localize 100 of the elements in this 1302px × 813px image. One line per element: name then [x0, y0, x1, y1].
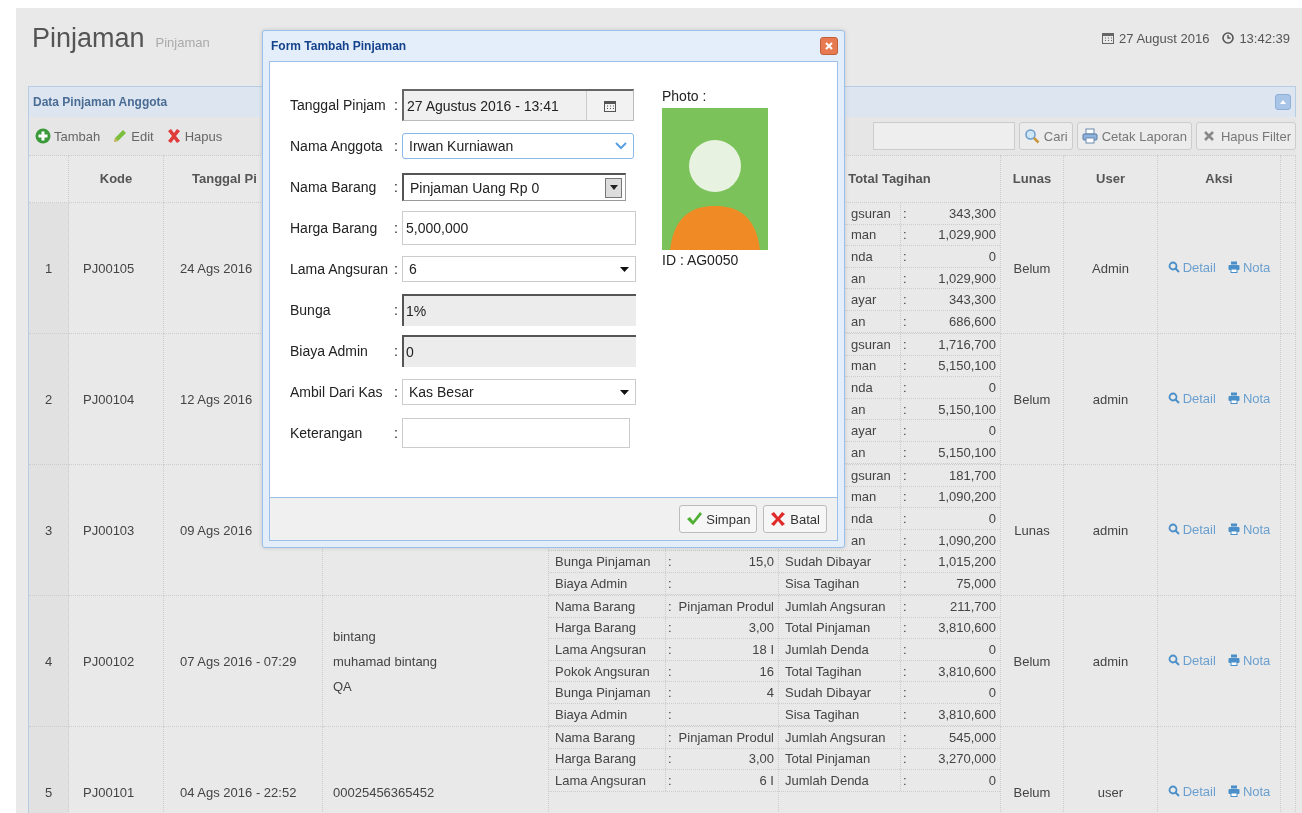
separator: : [668, 751, 672, 767]
action-link[interactable]: Detail [1167, 652, 1216, 668]
separator: : [394, 220, 399, 236]
detail-label: man [851, 358, 877, 374]
column-header: Aksi [1205, 170, 1233, 186]
toolbar-button[interactable]: Hapus Filter [1195, 122, 1296, 150]
detail-value: 3,00 [748, 620, 774, 636]
detail-label: Jumlah Denda [785, 642, 869, 657]
action-link[interactable]: Nota [1227, 390, 1271, 406]
separator: : [668, 663, 672, 679]
save-button[interactable]: Simpan [679, 505, 758, 533]
action-link[interactable]: Nota [1227, 652, 1271, 668]
action-link[interactable]: Detail [1167, 783, 1216, 799]
detail-value: 3,810,600 [938, 620, 996, 636]
member-id: ID : AG0050 [662, 252, 740, 268]
member-combobox[interactable]: Irwan Kurniawan [402, 133, 634, 159]
separator: : [668, 685, 672, 701]
search-field[interactable] [872, 122, 1015, 150]
separator: : [903, 532, 907, 548]
table-cell: Belum [1013, 391, 1051, 407]
separator: : [903, 401, 907, 417]
detail-label: nda [851, 249, 873, 264]
detail-value: 3,00 [748, 751, 774, 767]
column-header: Tanggal Pi [192, 170, 257, 186]
separator: : [903, 642, 907, 657]
table-cell-text: bintang [333, 627, 377, 646]
cross-icon [770, 511, 787, 527]
detail-label: man [851, 489, 877, 505]
action-link[interactable]: Detail [1167, 390, 1216, 406]
table-cell: Lunas [1014, 522, 1050, 538]
page-title: Pinjaman [32, 22, 145, 54]
action-link[interactable]: Nota [1227, 259, 1271, 275]
input-field[interactable]: 5,000,000 [402, 211, 636, 245]
detail-label: nda [851, 380, 873, 395]
column-header: Lunas [1012, 170, 1052, 186]
current-date: 27 August 2016 [1119, 30, 1210, 46]
separator: : [394, 343, 399, 359]
collapse-button[interactable] [1275, 94, 1291, 110]
detail-label: gsuran [851, 205, 891, 221]
select-field[interactable]: Kas Besar [402, 379, 636, 405]
detail-label: Sudah Dibayar [785, 685, 871, 701]
toolbar-button[interactable]: Cetak Laporan [1076, 122, 1192, 150]
detail-value: 16 [759, 663, 774, 679]
separator: : [903, 663, 907, 679]
separator: : [394, 384, 399, 400]
table-cell: PJ00104 [83, 391, 135, 407]
table-cell: 04 Ags 2016 - 22:52 [180, 784, 297, 800]
detail-label: an [851, 270, 866, 286]
detail-value: 0 [988, 773, 996, 788]
action-link[interactable]: Detail [1167, 259, 1216, 275]
separator: : [903, 706, 907, 722]
separator: : [903, 292, 907, 308]
field-label: Harga Barang [290, 220, 379, 236]
toolbar-button[interactable]: Tambah [31, 126, 105, 146]
table-cell: Belum [1013, 260, 1051, 276]
detail-value: Pinjaman Produl [678, 598, 774, 614]
toolbar-button[interactable]: Cari [1018, 122, 1073, 150]
toolbar-button[interactable]: Hapus [161, 126, 227, 146]
plus-icon [35, 128, 51, 144]
close-button[interactable] [820, 37, 838, 55]
detail-value: 5,150,100 [938, 358, 996, 374]
detail-label: Biaya Admin [555, 706, 628, 722]
detail-value: 75,000 [956, 575, 996, 591]
field-label: Nama Anggota [290, 138, 384, 154]
date-field[interactable]: 27 Agustus 2016 - 13:41 [402, 89, 634, 121]
detail-label: Nama Barang [555, 598, 636, 614]
separator: : [903, 358, 907, 374]
action-link[interactable]: Detail [1167, 521, 1216, 537]
calendar-icon [604, 99, 616, 112]
detail-value: 1,090,200 [938, 489, 996, 505]
separator: : [903, 270, 907, 286]
clock-icon [1222, 32, 1235, 44]
separator: : [903, 685, 907, 701]
detail-label: Pokok Angsuran [555, 663, 650, 679]
table-cell-text: QA [333, 677, 353, 696]
printer-icon [1227, 785, 1240, 798]
action-link[interactable]: Nota [1227, 783, 1271, 799]
table-cell: PJ00101 [83, 784, 135, 800]
caret-down-icon [620, 389, 629, 395]
detail-label: Bunga Pinjaman [555, 554, 651, 570]
item-select[interactable]: Pinjaman Uang Rp 0 [402, 173, 626, 201]
detail-value: Pinjaman Produl [678, 729, 774, 745]
close-icon [824, 41, 834, 51]
printer-icon [1227, 654, 1240, 667]
select-field[interactable]: 6 [402, 256, 636, 282]
separator: : [668, 773, 672, 788]
cancel-button[interactable]: Batal [763, 505, 827, 533]
detail-label: ayar [851, 423, 877, 439]
separator: : [903, 467, 907, 483]
caret-down-icon [620, 266, 629, 272]
input-field[interactable] [402, 418, 630, 448]
separator: : [668, 598, 672, 614]
field-label: Bunga [290, 302, 332, 318]
action-link[interactable]: Nota [1227, 521, 1271, 537]
toolbar-button[interactable]: Edit [108, 126, 158, 146]
table-cell-text: muhamad bintang [333, 652, 439, 671]
separator: : [903, 575, 907, 591]
detail-label: Total Pinjaman [785, 620, 871, 636]
search-icon [1167, 261, 1180, 274]
separator: : [903, 729, 907, 745]
